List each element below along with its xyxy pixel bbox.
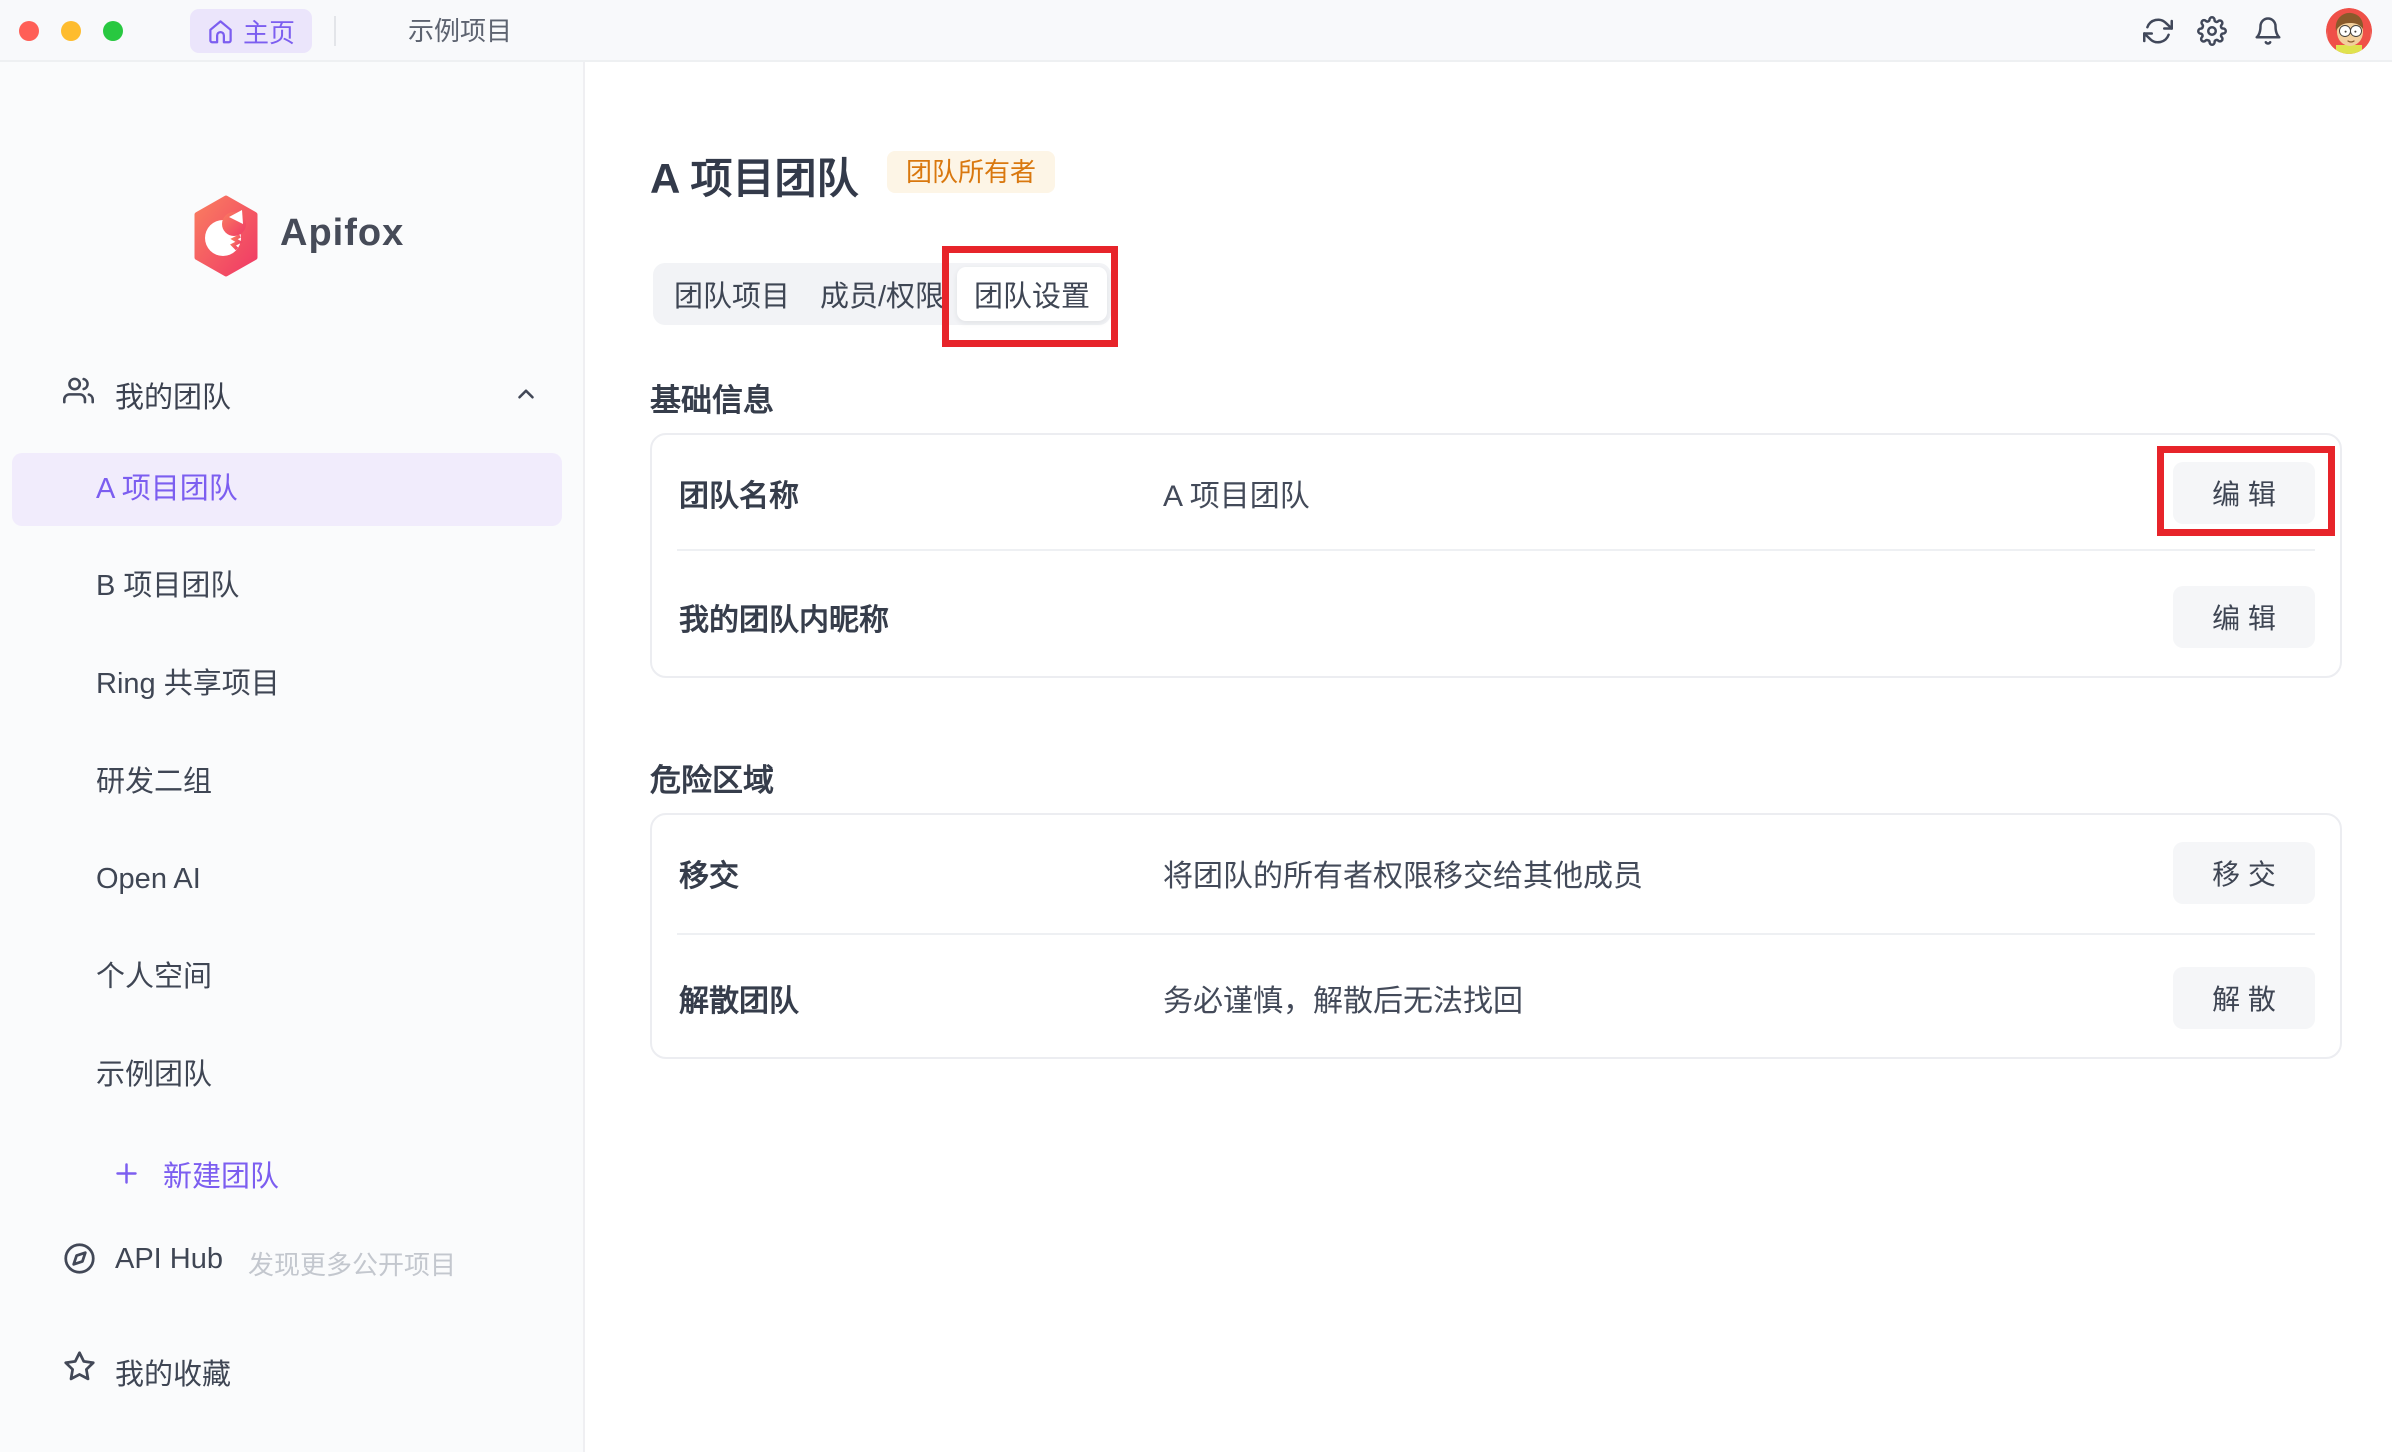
window-zoom-button[interactable] <box>103 21 123 41</box>
api-hub-label: API Hub <box>115 1243 223 1276</box>
window-close-button[interactable] <box>19 21 39 41</box>
apifox-app-window: 主页 示例项目 <box>0 0 2392 1452</box>
transfer-description: 将团队的所有者权限移交给其他成员 <box>1163 851 1643 895</box>
plus-icon <box>113 1160 140 1187</box>
new-team-label: 新建团队 <box>163 1153 279 1195</box>
disband-description: 务必谨慎，解散后无法找回 <box>1163 976 1523 1020</box>
transfer-button[interactable]: 移 交 <box>2173 842 2315 904</box>
team-name-value: A 项目团队 <box>1163 471 1310 515</box>
edit-team-name-button[interactable]: 编 辑 <box>2173 462 2315 524</box>
new-team-button[interactable]: 新建团队 <box>12 1137 562 1210</box>
basic-info-card: 团队名称 A 项目团队 编 辑 我的团队内昵称 编 辑 <box>650 433 2342 678</box>
team-users-icon <box>63 375 94 411</box>
edit-nickname-button[interactable]: 编 辑 <box>2173 586 2315 648</box>
settings-gear-icon[interactable] <box>2197 16 2227 46</box>
sidebar-item-favorites[interactable]: 我的收藏 <box>0 1341 585 1391</box>
row-divider <box>677 933 2315 935</box>
disband-button[interactable]: 解 散 <box>2173 967 2315 1029</box>
sync-icon[interactable] <box>2143 16 2173 46</box>
top-bar: 主页 示例项目 <box>0 0 2392 62</box>
danger-zone-card: 移交 将团队的所有者权限移交给其他成员 移 交 解散团队 务必谨慎，解散后无法找… <box>650 813 2342 1059</box>
tab-members-permissions[interactable]: 成员/权限 <box>807 267 957 321</box>
home-icon <box>207 18 234 45</box>
disband-label: 解散团队 <box>679 976 799 1020</box>
user-avatar[interactable] <box>2326 8 2372 54</box>
project-tab-label[interactable]: 示例项目 <box>408 16 512 46</box>
team-name-label: 团队名称 <box>679 471 799 515</box>
notifications-bell-icon[interactable] <box>2253 16 2283 46</box>
my-teams-section-header[interactable]: 我的团队 <box>115 374 231 416</box>
transfer-label: 移交 <box>679 851 739 895</box>
apifox-logo-text: Apifox <box>280 212 404 255</box>
sidebar-item-ring-shared[interactable]: Ring 共享项目 <box>12 648 562 721</box>
home-tab-button[interactable]: 主页 <box>190 9 312 53</box>
sidebar-item-api-hub[interactable]: API Hub 发现更多公开项目 <box>0 1233 585 1283</box>
tab-team-settings[interactable]: 团队设置 <box>957 267 1107 321</box>
star-icon <box>63 1350 96 1388</box>
favorites-label: 我的收藏 <box>115 1351 231 1393</box>
apifox-logo-icon <box>190 195 262 282</box>
sidebar-item-team-a[interactable]: A 项目团队 <box>12 453 562 526</box>
home-tab-label: 主页 <box>243 13 295 50</box>
nickname-label: 我的团队内昵称 <box>679 595 889 639</box>
api-hub-hint: 发现更多公开项目 <box>248 1245 456 1282</box>
basic-info-heading: 基础信息 <box>650 375 774 420</box>
sidebar-item-rd-group2[interactable]: 研发二组 <box>12 746 562 819</box>
danger-zone-heading: 危险区域 <box>650 755 774 800</box>
compass-icon <box>63 1242 96 1280</box>
row-divider <box>677 549 2315 551</box>
sidebar-item-example-team[interactable]: 示例团队 <box>12 1039 562 1112</box>
tab-team-projects[interactable]: 团队项目 <box>657 267 807 321</box>
sidebar-item-personal-space[interactable]: 个人空间 <box>12 941 562 1014</box>
sidebar-item-open-ai[interactable]: Open AI <box>12 843 562 916</box>
team-owner-badge: 团队所有者 <box>887 151 1055 193</box>
chevron-up-icon[interactable] <box>513 381 539 412</box>
topbar-divider <box>334 16 336 46</box>
team-tabs: 团队项目 成员/权限 团队设置 <box>653 263 1111 325</box>
window-minimize-button[interactable] <box>61 21 81 41</box>
sidebar: Apifox 我的团队 A 项目团队 B 项目团队 Ring 共享项目 研发二组… <box>0 62 585 1452</box>
page-title: A 项目团队 <box>650 145 858 206</box>
sidebar-item-recent[interactable]: 最近访问 <box>0 1447 585 1452</box>
sidebar-item-team-b[interactable]: B 项目团队 <box>12 550 562 623</box>
